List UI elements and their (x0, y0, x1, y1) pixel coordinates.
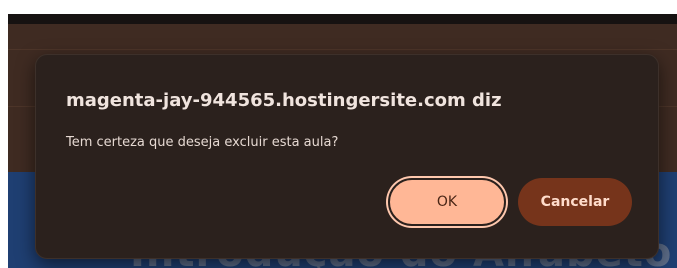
header-divider (8, 49, 677, 50)
dialog-title: magenta-jay-944565.hostingersite.com diz (66, 90, 502, 111)
browser-viewport: Introdução do Alfabeto M magenta-jay-944… (8, 14, 677, 268)
ok-button[interactable]: OK (388, 178, 506, 226)
dialog-message: Tem certeza que deseja excluir esta aula… (66, 135, 339, 150)
cancel-button[interactable]: Cancelar (518, 178, 632, 226)
page-top-strip (8, 14, 677, 24)
confirm-dialog: magenta-jay-944565.hostingersite.com diz… (35, 54, 659, 259)
